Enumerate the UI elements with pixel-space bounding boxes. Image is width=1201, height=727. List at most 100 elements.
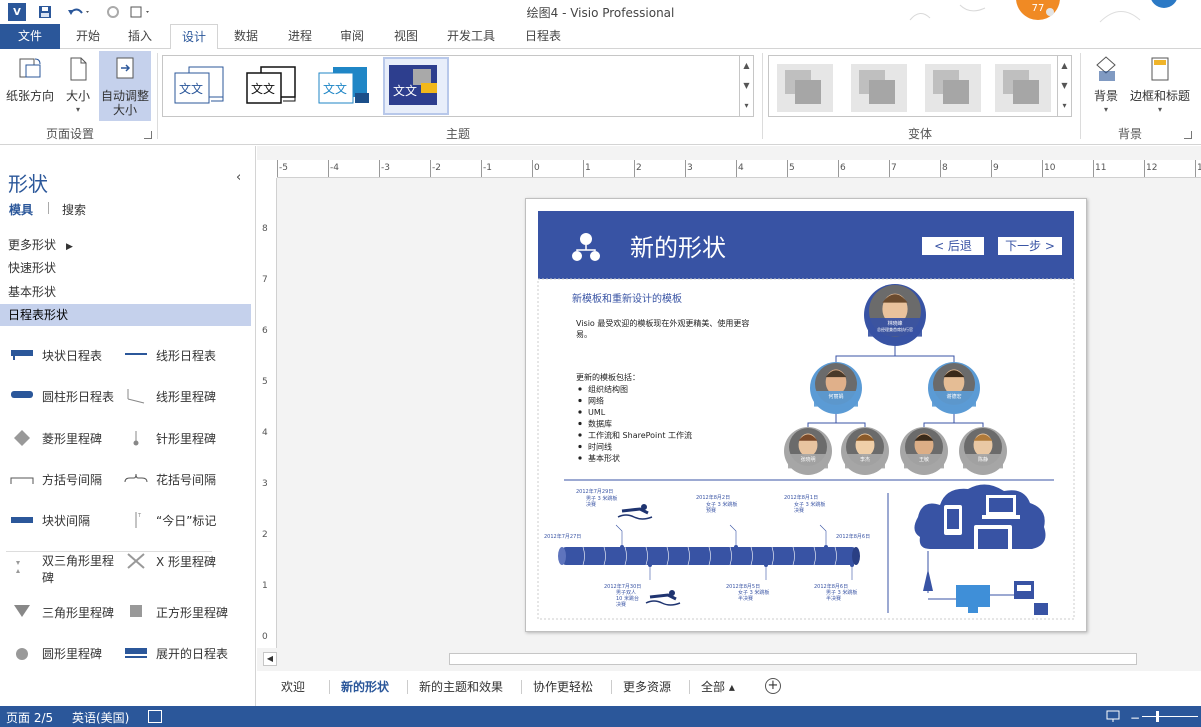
stencil-item[interactable]: 方括号间隔 <box>10 470 120 488</box>
ruler-tick <box>532 160 533 177</box>
timeline-label-bottom: 男子 3 米跳板 <box>826 589 857 596</box>
stencil-item[interactable]: T “今日”标记 <box>124 511 254 529</box>
page-tab[interactable]: 全部 ▴ <box>701 678 735 695</box>
milestone-marker[interactable] <box>764 563 768 567</box>
nav-more-shapes[interactable]: 更多形状 ▶ <box>0 234 251 256</box>
divider <box>521 680 522 694</box>
page-tab[interactable]: 新的主题和效果 <box>419 678 503 695</box>
zoom-slider[interactable] <box>1142 716 1198 717</box>
tab-developer[interactable]: 开发工具 <box>440 24 502 49</box>
stencil-item[interactable]: 线形日程表 <box>124 346 254 364</box>
ruler-tick-label: -3 <box>381 163 390 173</box>
tab-insert[interactable]: 插入 <box>118 24 162 49</box>
nav-quick-shapes[interactable]: 快速形状 <box>0 257 251 279</box>
nav-timeline-shapes[interactable]: 日程表形状 <box>0 304 251 326</box>
auto-size-button[interactable]: 自动调整 大小 <box>99 51 151 121</box>
page-tab[interactable]: 更多资源 <box>623 678 671 695</box>
borders-titles-icon <box>1151 57 1169 81</box>
macro-recorder-icon[interactable] <box>148 710 162 723</box>
tab-file[interactable]: 文件 <box>0 24 60 49</box>
stencil-item[interactable]: 圆柱形日程表 <box>10 387 120 405</box>
stencils-tab[interactable]: 模具 <box>9 201 33 218</box>
divider <box>762 53 763 139</box>
stencil-item[interactable]: 正方形里程碑 <box>124 603 254 621</box>
zoom-slider-thumb[interactable] <box>1156 711 1159 722</box>
antenna-icon <box>923 569 933 591</box>
variants-scroll[interactable]: ▲ ▼ ▾ <box>1057 56 1071 116</box>
stencil-item[interactable]: 三角形里程碑 <box>10 603 120 621</box>
collapse-pane-icon[interactable]: ‹ <box>236 170 241 185</box>
size-button[interactable]: 大小 ▾ <box>60 55 96 117</box>
tab-review[interactable]: 审阅 <box>330 24 374 49</box>
page-tab[interactable]: 协作更轻松 <box>533 678 593 695</box>
tab-home[interactable]: 开始 <box>66 24 110 49</box>
slide-list-item: 工作流和 SharePoint 工作流 <box>588 430 692 440</box>
drawing-page[interactable]: 新的形状 < 后退 下一步 > 新模板和重新设计的模板 Visio 最受欢迎的模… <box>525 198 1087 632</box>
page-tab[interactable]: 新的形状 <box>341 678 389 695</box>
theme-thumbnail[interactable]: 文文 <box>169 59 231 113</box>
gallery-scroll[interactable]: ▲ ▼ ▾ <box>739 56 753 116</box>
presentation-mode-icon[interactable] <box>1106 710 1120 723</box>
ruler-tick-label: 6 <box>262 326 268 336</box>
slide-subtitle: 新模板和重新设计的模板 <box>572 292 682 305</box>
stencil-item[interactable]: 针形里程碑 <box>124 429 254 447</box>
milestone-marker[interactable] <box>620 545 624 549</box>
ruler-tick-label: 9 <box>993 163 999 173</box>
theme-thumbnail[interactable]: 文文 <box>313 59 375 113</box>
horizontal-scrollbar-thumb[interactable] <box>449 653 1137 665</box>
language-indicator[interactable]: 英语(美国) <box>72 709 129 726</box>
org-node-role: 总经理兼首席执行官 <box>877 326 913 332</box>
stencil-shape-icon <box>10 511 34 529</box>
scroll-left-icon[interactable]: ◀ <box>263 652 277 666</box>
stencil-item[interactable]: 菱形里程碑 <box>10 429 120 447</box>
stencil-item[interactable]: 双三角形里程碑 <box>10 552 120 586</box>
page-indicator[interactable]: 页面 2/5 <box>6 709 53 726</box>
add-page-icon[interactable]: + <box>765 678 781 694</box>
variant-thumbnail[interactable] <box>921 60 983 114</box>
ruler-tick-label: 2 <box>262 530 268 540</box>
tab-process[interactable]: 进程 <box>278 24 322 49</box>
orientation-button[interactable]: 纸张方向 <box>4 55 56 103</box>
background-button[interactable]: 背景 ▾ <box>1088 55 1124 117</box>
page-tab[interactable]: 欢迎 <box>281 678 305 695</box>
tab-data[interactable]: 数据 <box>224 24 268 49</box>
stencil-item[interactable]: 块状间隔 <box>10 511 120 529</box>
tab-timeline[interactable]: 日程表 <box>516 24 570 49</box>
timeline-label-bottom: 半决赛 <box>826 595 841 602</box>
borders-titles-button[interactable]: 边框和标题 ▾ <box>1128 55 1192 117</box>
tab-view[interactable]: 视图 <box>384 24 428 49</box>
stencil-item[interactable]: X 形里程碑 <box>124 552 254 570</box>
monitor-icon <box>956 585 990 607</box>
org-node-name: 林晓峰 <box>887 320 902 327</box>
nav-basic-shapes[interactable]: 基本形状 <box>0 281 251 303</box>
status-bar: 页面 2/5 英语(美国) − <box>0 706 1201 727</box>
timeline-bar[interactable] <box>562 547 856 565</box>
theme-thumbnail-selected[interactable]: 文文 <box>383 57 449 115</box>
stencil-item[interactable]: 花括号间隔 <box>124 470 254 488</box>
variant-thumbnail[interactable] <box>847 60 909 114</box>
milestone-marker[interactable] <box>824 545 828 549</box>
ruler-tick <box>736 160 737 177</box>
ruler-tick-label: 1 <box>262 581 268 591</box>
cloud-network-illustration <box>914 484 1048 615</box>
backgrounds-launcher-icon[interactable] <box>1184 131 1192 139</box>
milestone-marker[interactable] <box>648 563 652 567</box>
page-setup-launcher-icon[interactable] <box>144 131 152 139</box>
stencil-item[interactable]: 展开的日程表 <box>124 644 254 662</box>
stencil-item[interactable]: 圆形里程碑 <box>10 644 120 662</box>
stencil-item[interactable]: 块状日程表 <box>10 346 120 364</box>
milestone-marker[interactable] <box>734 545 738 549</box>
variant-thumbnail[interactable] <box>773 60 835 114</box>
theme-thumbnail[interactable]: 文文 <box>241 59 303 113</box>
search-tab[interactable]: 搜索 <box>62 201 86 218</box>
zoom-out-icon[interactable]: − <box>1130 711 1140 725</box>
stencil-label: 圆形里程碑 <box>42 646 103 661</box>
milestone-marker[interactable] <box>850 563 854 567</box>
ruler-tick-label: 7 <box>891 163 897 173</box>
tab-design[interactable]: 设计 <box>170 24 218 50</box>
divider <box>6 551 212 552</box>
stencil-item[interactable]: 线形里程碑 <box>124 387 254 405</box>
org-node-name: 王敏 <box>919 456 929 463</box>
ruler-tick-label: 11 <box>1095 163 1107 173</box>
variant-thumbnail[interactable] <box>991 60 1053 114</box>
